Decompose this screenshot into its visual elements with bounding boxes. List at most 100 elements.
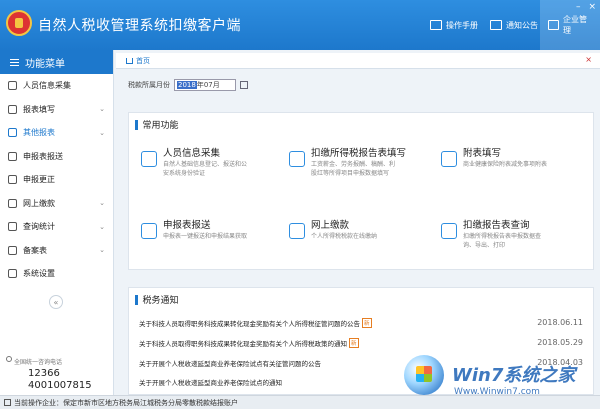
tab-home-label: 首页 xyxy=(136,57,150,65)
notice-date: 2018.06.11 xyxy=(537,318,583,327)
period-month: 年07月 xyxy=(196,81,220,89)
close-window-button[interactable]: × xyxy=(588,2,596,12)
sidebar-item-payment[interactable]: 网上缴款 ⌄ xyxy=(0,192,113,216)
enterprise-label: 企业管理 xyxy=(563,15,588,35)
watermark: Win7系统之家 Www.Winwin7.com xyxy=(398,355,600,405)
notice-date: 2018.05.29 xyxy=(537,338,583,347)
tax-emblem-icon xyxy=(6,10,32,36)
notice-item[interactable]: 关于开展个人税收递延型商业养老保险试点的通知 xyxy=(139,377,282,387)
notice-text: 关于科技人员取得职务科技成果转化现金奖励有关个人所得税征管问题的公告 xyxy=(139,320,360,328)
notice-button[interactable]: 通知公告 xyxy=(482,0,546,50)
new-badge: 新 xyxy=(362,318,372,328)
period-filter: 税款所属月份 2018 年07月 xyxy=(128,79,248,91)
func-title: 网上缴款 xyxy=(311,220,350,231)
sidebar-title: 功能菜单 xyxy=(25,58,65,70)
menu-icon xyxy=(10,58,19,66)
sidebar-item-label: 系统设置 xyxy=(23,269,55,279)
sidebar-item-label: 网上缴款 xyxy=(23,198,55,208)
sidebar-item-report-fill[interactable]: 报表填写 ⌄ xyxy=(0,98,113,122)
sidebar-item-person-info[interactable]: 人员信息采集 xyxy=(0,74,113,98)
notice-item[interactable]: 关于开展个人税收递延型商业养老保险试点有关征管问题的公告 xyxy=(139,358,321,368)
sidebar-item-label: 其他报表 xyxy=(23,128,55,138)
query-icon xyxy=(441,223,457,239)
hotline-number-1: 12366 xyxy=(28,368,60,379)
common-functions-title: 常用功能 xyxy=(142,121,179,131)
app-header: 自然人税收管理系统扣缴客户端 操作手册 通知公告 企业管理 – × xyxy=(0,0,600,50)
current-enterprise-text: 当前操作企业：保定市新市区地方税务局江城税务分局零散税款结报账户 xyxy=(14,398,238,407)
func-title: 人员信息采集 xyxy=(163,148,221,159)
hotline-label: 全国统一咨询电话 xyxy=(14,359,63,366)
sidebar-item-label: 查询统计 xyxy=(23,222,55,232)
upload-icon xyxy=(141,223,157,239)
calendar-icon[interactable] xyxy=(240,81,248,89)
func-submit[interactable]: 申报表报送 申报表一键报送和申报结果获取 xyxy=(141,217,251,242)
notice-text: 关于科技人员取得职务科技成果转化现金奖励有关个人所得税政策的通知 xyxy=(139,340,347,348)
app-title: 自然人税收管理系统扣缴客户端 xyxy=(38,18,241,34)
hotline-number-2: 4001007815 xyxy=(28,380,92,391)
tab-close-button[interactable]: × xyxy=(585,55,592,64)
func-desc: 申报表一键报送和申报结果获取 xyxy=(163,233,248,240)
sidebar-item-correction[interactable]: 申报更正 xyxy=(0,168,113,192)
windows-logo-icon xyxy=(404,355,444,395)
document-icon xyxy=(8,245,17,255)
func-report-query[interactable]: 扣缴报告表查询 扣缴所得税报告表申报数据查询、导出、打印 xyxy=(441,217,551,250)
window-controls: – × xyxy=(576,2,596,12)
func-desc: 扣缴所得税报告表申报数据查询、导出、打印 xyxy=(463,233,542,249)
new-badge: 新 xyxy=(349,338,359,348)
report-icon xyxy=(289,151,305,167)
title-accent xyxy=(135,119,138,130)
sidebar-item-label: 申报表报送 xyxy=(23,151,63,161)
sidebar-item-settings[interactable]: 系统设置 xyxy=(0,262,113,286)
sidebar-item-query[interactable]: 查询统计 ⌄ xyxy=(0,215,113,239)
func-attachment-fill[interactable]: 附表填写 商业健康保险附表减免事项附表 xyxy=(441,145,551,170)
send-icon xyxy=(8,151,17,161)
enterprise-icon xyxy=(548,20,560,30)
manual-button[interactable]: 操作手册 xyxy=(422,0,486,50)
func-payment[interactable]: 网上缴款 个人所得税税款在线缴纳 xyxy=(289,217,399,242)
sidebar-item-label: 备案表 xyxy=(23,245,47,255)
period-label: 税款所属月份 xyxy=(128,81,170,89)
func-person-info[interactable]: 人员信息采集 自然人基础信息登记、报送和公安系统身份验证 xyxy=(141,145,251,178)
chevron-down-icon: ⌄ xyxy=(99,105,105,114)
chevron-down-icon: ⌄ xyxy=(99,246,105,255)
common-functions-panel: 常用功能 人员信息采集 自然人基础信息登记、报送和公安系统身份验证 扣缴所得税报… xyxy=(128,112,594,270)
func-desc: 个人所得税税款在线缴纳 xyxy=(311,233,378,240)
sidebar-item-filing[interactable]: 备案表 ⌄ xyxy=(0,239,113,263)
chevron-down-icon: ⌄ xyxy=(99,128,105,137)
notice-label: 通知公告 xyxy=(506,20,538,30)
attachment-icon xyxy=(441,151,457,167)
panel-title: 常用功能 xyxy=(135,118,179,131)
func-title: 扣缴报告表查询 xyxy=(463,220,530,231)
wallet-icon xyxy=(289,223,305,239)
watermark-url: Www.Winwin7.com xyxy=(454,387,540,397)
func-report-fill[interactable]: 扣缴所得税报告表填写 工资薪金、劳务报酬、稿酬、利股红等所得项目申报数据填写 xyxy=(289,145,406,178)
sidebar-item-label: 人员信息采集 xyxy=(23,81,71,91)
minimize-button[interactable]: – xyxy=(576,2,581,12)
tab-home[interactable]: 首页 xyxy=(122,55,154,67)
gear-icon xyxy=(8,269,17,279)
correction-icon xyxy=(8,175,17,185)
sidebar-item-submit[interactable]: 申报表报送 xyxy=(0,145,113,169)
tax-notices-title: 税务通知 xyxy=(142,296,179,306)
edit-icon xyxy=(8,104,17,114)
payment-icon xyxy=(8,198,17,208)
person-icon xyxy=(8,81,17,91)
grid-icon xyxy=(8,128,17,138)
func-desc: 商业健康保险附表减免事项附表 xyxy=(463,161,548,168)
watermark-brand: Win7系统之家 xyxy=(452,365,576,386)
sidebar: 功能菜单 人员信息采集 报表填写 ⌄ 其他报表 ⌄ 申报表报送 申报更正 网上缴… xyxy=(0,50,114,395)
mail-icon xyxy=(490,20,502,30)
sidebar-header[interactable]: 功能菜单 xyxy=(0,50,113,74)
chevron-down-icon: ⌄ xyxy=(99,199,105,208)
home-icon xyxy=(126,58,133,64)
enterprise-icon xyxy=(4,399,11,406)
sidebar-item-other-reports[interactable]: 其他报表 ⌄ xyxy=(0,121,113,145)
manual-label: 操作手册 xyxy=(446,20,478,30)
phone-icon xyxy=(6,356,12,362)
sidebar-collapse-button[interactable]: « xyxy=(49,295,63,309)
book-icon xyxy=(430,20,442,30)
period-month-input[interactable]: 2018 年07月 xyxy=(174,79,236,91)
notice-item[interactable]: 关于科技人员取得职务科技成果转化现金奖励有关个人所得税政策的通知 新 xyxy=(139,338,359,348)
notice-text: 关于开展个人税收递延型商业养老保险试点有关征管问题的公告 xyxy=(139,360,321,368)
notice-item[interactable]: 关于科技人员取得职务科技成果转化现金奖励有关个人所得税征管问题的公告 新 xyxy=(139,318,372,328)
